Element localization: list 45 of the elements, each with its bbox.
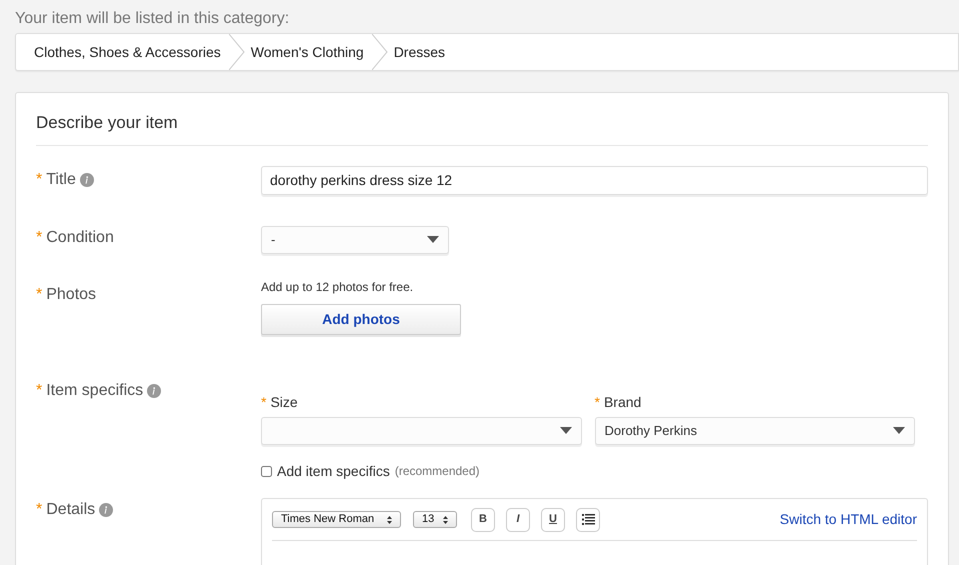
category-heading: Your item will be listed in this category: bbox=[15, 9, 290, 29]
dropdown[interactable]: - bbox=[261, 226, 449, 254]
specific-label: Size bbox=[270, 392, 298, 412]
required-asterisk: * bbox=[261, 392, 266, 412]
list-button[interactable] bbox=[576, 508, 600, 532]
breadcrumb-item[interactable]: Women's Clothing bbox=[244, 34, 372, 70]
required-asterisk: * bbox=[594, 392, 600, 412]
add-photos-button[interactable]: Add photos bbox=[261, 304, 461, 334]
field-label: Condition bbox=[46, 228, 114, 248]
format-button[interactable]: U bbox=[541, 508, 565, 532]
photos-hint: Add up to 12 photos for free. bbox=[261, 278, 414, 296]
field-label: Item specifics bbox=[46, 380, 144, 400]
up-down-arrows-icon bbox=[387, 516, 392, 524]
list-icon bbox=[582, 514, 594, 525]
field-label: Photos bbox=[46, 284, 96, 304]
required-asterisk: * bbox=[36, 284, 42, 304]
breadcrumb-item[interactable]: Dresses bbox=[388, 34, 454, 70]
format-button[interactable]: I bbox=[506, 508, 530, 532]
caret-icon bbox=[427, 236, 439, 243]
required-asterisk: * bbox=[36, 380, 42, 400]
card-title: Describe your item bbox=[36, 93, 928, 146]
breadcrumb-separator bbox=[228, 34, 245, 70]
html-editor-link[interactable]: Switch to HTML editor bbox=[780, 509, 917, 530]
caret-icon bbox=[893, 427, 905, 434]
font-size-select[interactable]: 13 bbox=[413, 511, 457, 528]
field-label: Title bbox=[46, 170, 76, 190]
title-input[interactable]: dorothy perkins dress size 12 bbox=[261, 166, 928, 194]
checkbox-label: Add item specifics bbox=[277, 462, 390, 481]
dropdown-value: Dorothy Perkins bbox=[604, 422, 697, 440]
font-family-select[interactable]: Times New Roman bbox=[272, 511, 401, 528]
caret-icon bbox=[560, 427, 572, 434]
breadcrumb-item[interactable]: Clothes, Shoes & Accessories bbox=[16, 34, 229, 70]
field-label: Details bbox=[46, 500, 96, 520]
checkbox-note: (recommended) bbox=[394, 463, 480, 480]
breadcrumb-separator bbox=[372, 34, 388, 70]
rich-text-editor[interactable]: Times New Roman 13 B I U Switch to HTML editor bbox=[261, 498, 928, 565]
specific-label: Brand bbox=[604, 392, 642, 412]
required-asterisk: * bbox=[36, 500, 42, 520]
dropdown[interactable]: Dorothy Perkins bbox=[594, 416, 915, 444]
up-down-arrows-icon bbox=[443, 516, 448, 524]
dropdown-value: - bbox=[271, 230, 276, 249]
format-button[interactable]: B bbox=[471, 508, 495, 532]
checkbox[interactable] bbox=[261, 466, 272, 476]
required-asterisk: * bbox=[36, 170, 42, 190]
required-asterisk: * bbox=[36, 228, 42, 248]
